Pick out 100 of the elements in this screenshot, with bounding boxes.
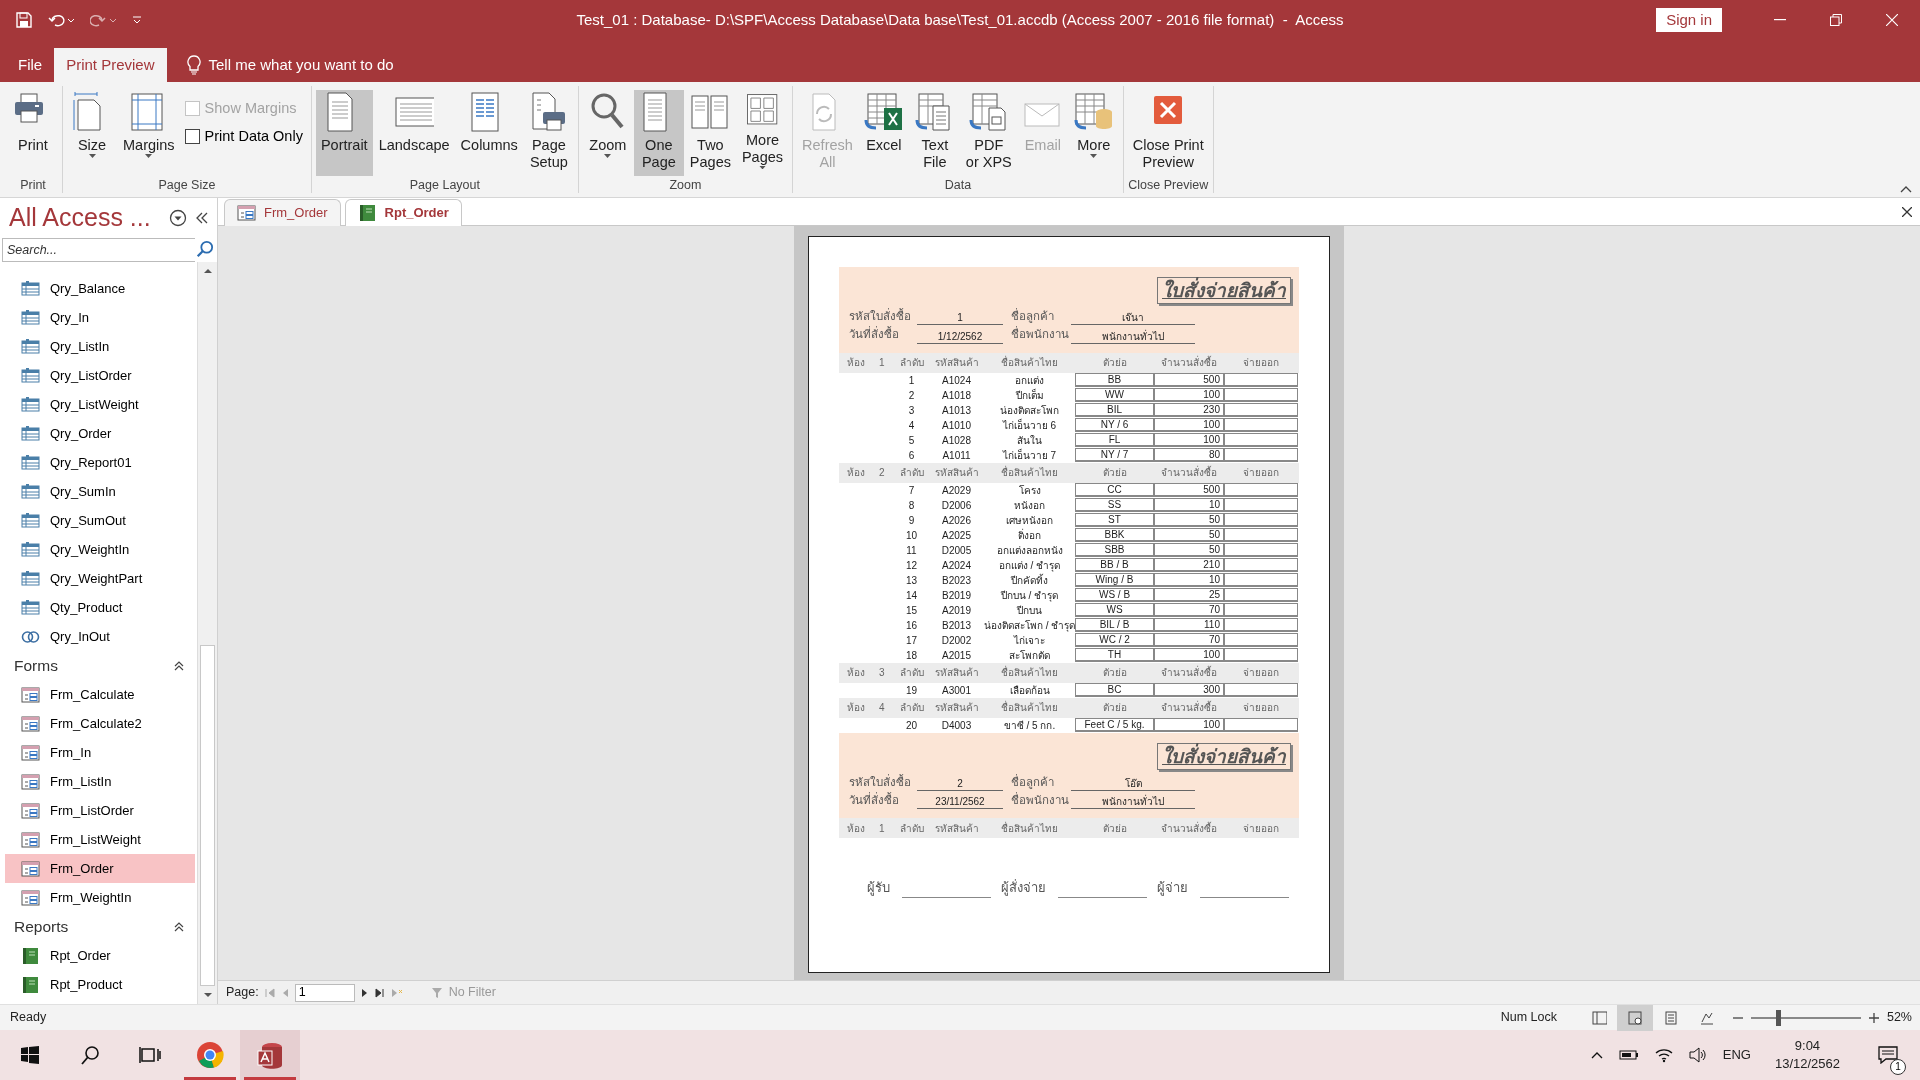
nav-item[interactable]: Qty_Product <box>5 593 195 622</box>
customize-icon[interactable] <box>132 16 142 24</box>
checkbox[interactable]: Print Data Only <box>180 125 307 148</box>
clock-date[interactable]: 13/12/2562 <box>1774 1055 1840 1073</box>
table-cell: SS <box>1075 498 1154 512</box>
nav-item[interactable]: Frm_Calculate2 <box>5 709 195 738</box>
single-page-button[interactable]: One Page <box>633 90 684 176</box>
last-page-icon[interactable] <box>374 987 385 998</box>
table-cell: 70 <box>1154 603 1224 617</box>
close-x-button[interactable]: Close Print Preview <box>1127 90 1209 176</box>
table-cell-text: 4 <box>907 418 916 433</box>
search-icon[interactable] <box>195 238 215 260</box>
chevron-up-icon[interactable] <box>1590 1051 1603 1059</box>
two-pages-button[interactable]: Two Pages <box>684 90 736 176</box>
portrait-page-button[interactable]: Portrait <box>315 90 373 176</box>
nav-item[interactable]: Qry_ListWeight <box>5 390 195 419</box>
scrollbar[interactable] <box>197 262 217 1004</box>
table-cell: WS <box>1075 603 1154 617</box>
page-setup-button[interactable]: Page Setup <box>523 90 574 176</box>
sign-in-button[interactable]: Sign in <box>1656 7 1722 33</box>
nav-pane-title[interactable]: All Access ... <box>9 199 151 237</box>
table-cell: 100 <box>1154 433 1224 447</box>
language-indicator[interactable]: ENG <box>1722 1045 1751 1065</box>
text-export-button[interactable]: Text File <box>909 90 960 176</box>
section-header[interactable]: Reports <box>14 914 69 939</box>
view-button[interactable] <box>1616 1004 1653 1031</box>
table-cell-text: อกแต่งลอกหนัง <box>995 543 1064 558</box>
nav-item[interactable]: Frm_ListIn <box>5 767 195 796</box>
column-header: จำนวนสั่งซื้อ <box>1160 465 1218 480</box>
ribbon-tab[interactable]: File <box>6 48 55 82</box>
pdf-export-button[interactable]: PDF or XPS <box>960 90 1017 176</box>
magnifier-button[interactable]: Zoom <box>582 90 633 176</box>
document-tab[interactable]: Rpt_Order <box>344 198 462 226</box>
dropdown-circle-icon[interactable] <box>169 209 187 227</box>
notification-button[interactable]: 1 <box>1864 1030 1912 1080</box>
nav-item[interactable]: Frm_WeightIn <box>5 883 195 912</box>
printer-button[interactable]: Print <box>8 90 58 176</box>
column-header: ชื่อสินค้าไทย <box>1000 665 1059 680</box>
nav-item[interactable]: Qry_In <box>5 303 195 332</box>
nav-item[interactable]: Qry_ListIn <box>5 332 195 361</box>
table-cell-text: 19 <box>904 683 919 698</box>
multiple-pages-button[interactable]: More Pages <box>736 90 789 176</box>
nav-item[interactable]: Qry_ListOrder <box>5 361 195 390</box>
collapse-ribbon-icon[interactable] <box>1900 186 1912 193</box>
speaker-icon[interactable] <box>1688 1047 1707 1063</box>
save-icon[interactable] <box>16 12 32 28</box>
nav-item[interactable]: Qry_InOut <box>5 622 195 651</box>
page-size-button[interactable]: Size <box>67 90 117 176</box>
column-header: จ่ายออก <box>1242 821 1280 836</box>
document-tab[interactable]: Frm_Order <box>224 198 341 226</box>
clock-time[interactable]: 9:04 <box>1794 1037 1821 1055</box>
nav-item[interactable]: Rpt_Product <box>5 970 195 999</box>
nav-item[interactable]: Qry_WeightPart <box>5 564 195 593</box>
nav-item[interactable]: Qry_SumIn <box>5 477 195 506</box>
nav-item[interactable]: Qry_Report01 <box>5 448 195 477</box>
taskbar-app[interactable] <box>240 1030 300 1080</box>
collapse-section-icon[interactable] <box>174 660 184 671</box>
page-number-field[interactable]: 1 <box>294 983 355 1002</box>
nav-item[interactable]: Frm_Calculate <box>5 680 195 709</box>
section-header[interactable]: Forms <box>14 653 58 678</box>
slider-thumb[interactable] <box>1776 1009 1782 1026</box>
next-page-icon[interactable] <box>360 987 369 998</box>
nav-item[interactable]: Qry_Balance <box>5 274 195 303</box>
close-icon[interactable] <box>1902 206 1912 217</box>
search-field[interactable]: Search... <box>2 238 196 262</box>
nav-item[interactable]: Frm_ListWeight <box>5 825 195 854</box>
table-cell-text: สันใน <box>1016 433 1043 448</box>
nav-item[interactable]: Frm_ListOrder <box>5 796 195 825</box>
form-icon <box>21 801 40 820</box>
table-cell-text: 5 <box>907 433 916 448</box>
tell-me-field[interactable]: Tell me what you want to do <box>180 52 400 78</box>
collapse-section-icon[interactable] <box>174 921 184 932</box>
spreadsheet-export-button[interactable]: Excel <box>858 90 909 176</box>
column-header: ลำดับ <box>898 356 925 370</box>
database-export-button[interactable]: More <box>1068 90 1119 176</box>
table-cell-text: ไก่เอ็นวาย 6 <box>1001 417 1058 433</box>
checkbox-square[interactable] <box>184 129 200 145</box>
nav-item[interactable]: Rpt_Order <box>5 941 195 970</box>
nav-item[interactable]: Qry_SumOut <box>5 506 195 535</box>
table-cell: BIL <box>1075 403 1154 417</box>
nav-item[interactable]: Frm_Order <box>5 854 195 883</box>
nav-item[interactable]: Frm_In <box>5 738 195 767</box>
collapse-pane-icon[interactable] <box>195 212 209 224</box>
ribbon-tab[interactable]: Print Preview <box>54 48 167 82</box>
undo-icon[interactable] <box>48 13 74 27</box>
nav-item[interactable]: Qry_Order <box>5 419 195 448</box>
table-cell-text: โครง <box>1017 483 1042 498</box>
battery-icon[interactable] <box>1618 1049 1639 1061</box>
table-cell-text: อกแต่ง <box>1014 373 1045 388</box>
margins-button[interactable]: Margins <box>118 90 180 176</box>
query-icon <box>21 598 40 617</box>
landscape-page-button[interactable]: Landscape <box>373 90 455 176</box>
zoom-in-icon[interactable] <box>1868 1012 1879 1023</box>
column-header: ตัวย่อ <box>1101 821 1128 836</box>
table-cell-text: A1028 <box>941 433 972 448</box>
redo-icon[interactable] <box>90 13 116 27</box>
table-cell-text: 18 <box>904 648 919 663</box>
wifi-icon[interactable] <box>1654 1047 1673 1063</box>
columns-button[interactable]: Columns <box>455 90 523 176</box>
nav-item[interactable]: Qry_WeightIn <box>5 535 195 564</box>
